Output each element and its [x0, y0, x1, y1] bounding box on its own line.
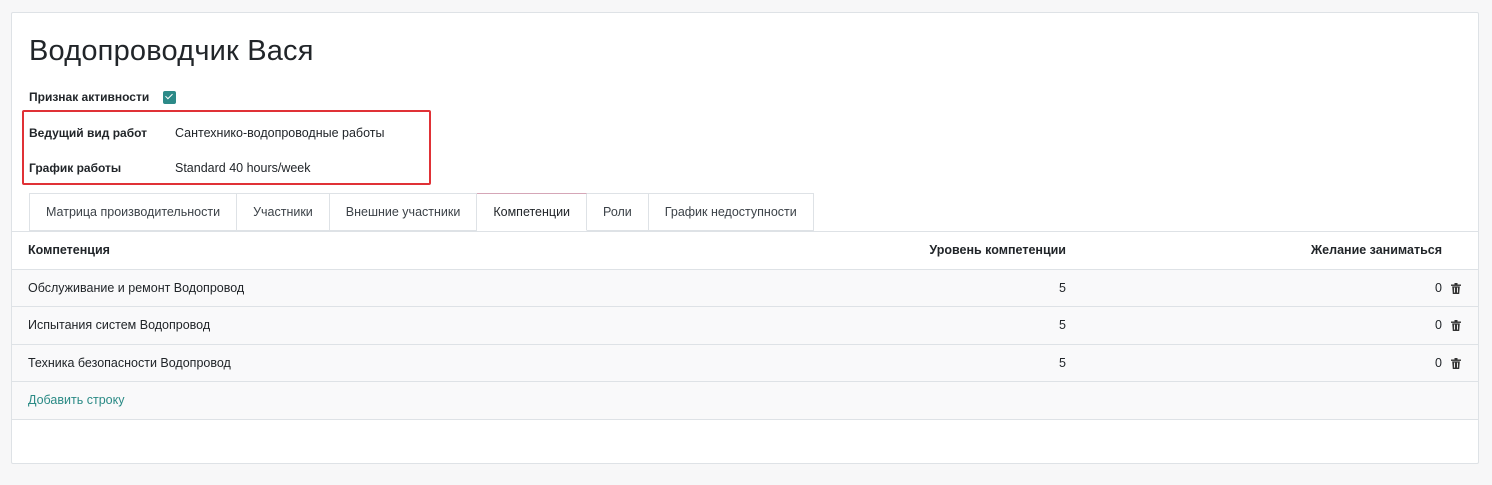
table-row[interactable]: Испытания систем Водопровод 5 0 — [12, 307, 1478, 345]
notebook-tabs: Матрица производительности Участники Вне… — [29, 193, 814, 231]
cell-level: 5 — [1059, 318, 1066, 333]
tab-competencies[interactable]: Компетенции — [477, 193, 588, 231]
form-sheet: Водопроводчик Вася Признак активности Ве… — [11, 12, 1479, 464]
cell-wish: 0 — [1435, 280, 1442, 295]
cell-competency: Испытания систем Водопровод — [28, 318, 211, 333]
tab-roles[interactable]: Роли — [587, 193, 649, 231]
schedule-value[interactable]: Standard 40 hours/week — [175, 161, 311, 175]
lead-work-label: Ведущий вид работ — [29, 126, 148, 140]
schedule-label: График работы — [29, 161, 122, 175]
competencies-table: Компетенция Уровень компетенции Желание … — [12, 231, 1478, 420]
active-field: Признак активности — [29, 89, 177, 105]
checkbox-checked-icon[interactable] — [163, 90, 177, 104]
cell-level: 5 — [1059, 280, 1066, 295]
add-row: Добавить строку — [12, 382, 1478, 420]
trash-icon[interactable] — [1451, 357, 1461, 369]
add-row-link[interactable]: Добавить строку — [28, 393, 124, 407]
trash-icon[interactable] — [1451, 282, 1461, 294]
tab-productivity-matrix[interactable]: Матрица производительности — [29, 193, 238, 231]
trash-icon[interactable] — [1451, 320, 1461, 331]
table-row[interactable]: Обслуживание и ремонт Водопровод 5 0 — [12, 269, 1478, 307]
cell-level: 5 — [1059, 355, 1066, 370]
active-label: Признак активности — [29, 90, 150, 104]
cell-competency: Техника безопасности Водопровод — [28, 355, 231, 370]
table-header: Компетенция Уровень компетенции Желание … — [12, 232, 1478, 270]
page-title: Водопроводчик Вася — [29, 35, 314, 67]
header-wish[interactable]: Желание заниматься — [1311, 243, 1442, 257]
cell-competency: Обслуживание и ремонт Водопровод — [28, 280, 245, 295]
schedule-field: График работы Standard 40 hours/week — [29, 160, 311, 176]
header-level[interactable]: Уровень компетенции — [929, 243, 1066, 257]
header-competency[interactable]: Компетенция — [28, 243, 110, 257]
cell-wish: 0 — [1435, 318, 1442, 333]
tab-participants[interactable]: Участники — [237, 193, 330, 231]
table-row[interactable]: Техника безопасности Водопровод 5 0 — [12, 344, 1478, 382]
cell-wish: 0 — [1435, 355, 1442, 370]
tab-unavailability-schedule[interactable]: График недоступности — [648, 193, 814, 231]
tab-external-participants[interactable]: Внешние участники — [329, 193, 478, 231]
lead-work-field: Ведущий вид работ Сантехнико-водопроводн… — [29, 125, 384, 141]
lead-work-value[interactable]: Сантехнико-водопроводные работы — [175, 126, 384, 140]
